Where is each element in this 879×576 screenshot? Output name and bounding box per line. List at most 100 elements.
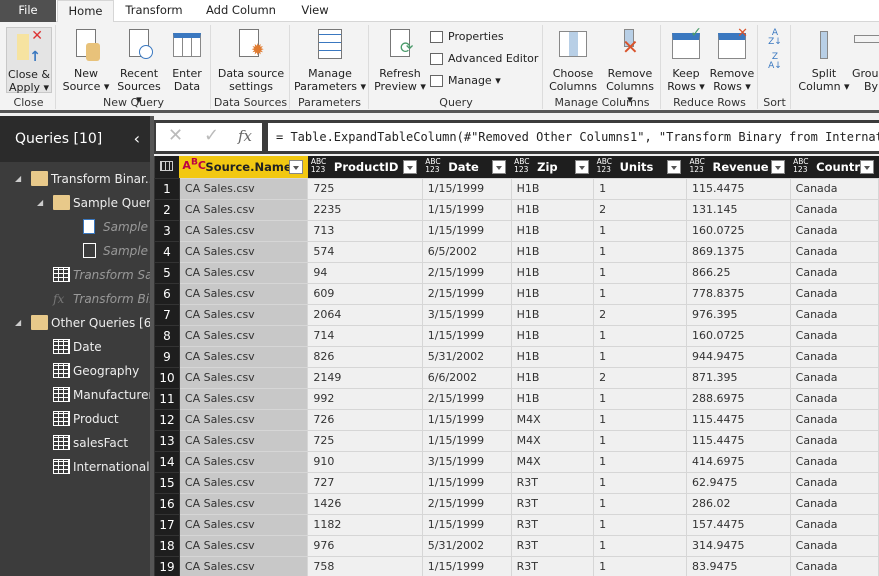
row-number[interactable]: 14 (154, 450, 180, 473)
table-cell[interactable]: 1 (593, 492, 687, 515)
table-cell[interactable]: 1/15/1999 (421, 177, 512, 200)
table-cell[interactable]: 727 (307, 471, 423, 494)
table-cell[interactable]: 1/15/1999 (421, 513, 512, 536)
table-cell[interactable]: 725 (307, 429, 423, 452)
table-cell[interactable]: CA Sales.csv (178, 429, 309, 452)
table-cell[interactable]: 714 (307, 324, 423, 347)
choose-columns-button[interactable]: Choose Columns (546, 27, 600, 93)
row-number[interactable]: 9 (154, 345, 180, 368)
table-cell[interactable]: 1 (593, 450, 687, 473)
table-cell[interactable]: CA Sales.csv (178, 198, 309, 221)
table-cell[interactable]: 758 (307, 555, 423, 576)
table-cell[interactable]: 992 (307, 387, 423, 410)
table-cell[interactable]: 1/15/1999 (421, 198, 512, 221)
table-cell[interactable]: M4X (510, 408, 595, 431)
row-number[interactable]: 12 (154, 408, 180, 431)
table-cell[interactable]: 2064 (307, 303, 423, 326)
table-cell[interactable]: 62.9475 (685, 471, 791, 494)
table-cell[interactable]: Canada (789, 492, 879, 515)
table-menu-button[interactable] (154, 156, 180, 178)
table-cell[interactable]: 83.9475 (685, 555, 791, 576)
row-number[interactable]: 5 (154, 261, 180, 284)
table-cell[interactable]: CA Sales.csv (178, 345, 309, 368)
table-cell[interactable]: 160.0725 (685, 219, 791, 242)
table-cell[interactable]: 314.9475 (685, 534, 791, 557)
table-cell[interactable]: 6/5/2002 (421, 240, 512, 263)
remove-columns-button[interactable]: ✕ Remove Columns ▾ (602, 27, 658, 106)
table-cell[interactable]: CA Sales.csv (178, 492, 309, 515)
table-cell[interactable]: 1426 (307, 492, 423, 515)
query-item[interactable]: ◢ Other Queries [6] (15, 312, 156, 334)
table-cell[interactable]: H1B (510, 387, 595, 410)
table-cell[interactable]: 3/15/1999 (421, 303, 512, 326)
table-cell[interactable]: CA Sales.csv (178, 240, 309, 263)
table-cell[interactable]: CA Sales.csv (178, 450, 309, 473)
filter-dropdown-icon[interactable] (574, 160, 589, 174)
tab-home[interactable]: Home (57, 0, 114, 23)
table-cell[interactable]: 2/15/1999 (421, 282, 512, 305)
table-cell[interactable]: H1B (510, 240, 595, 263)
column-header[interactable]: ABC Source.Name (179, 156, 308, 178)
table-cell[interactable]: CA Sales.csv (178, 219, 309, 242)
table-cell[interactable]: Canada (789, 471, 879, 494)
group-by-button[interactable]: GroupBy (852, 27, 879, 93)
table-cell[interactable]: 778.8375 (685, 282, 791, 305)
table-cell[interactable]: Canada (789, 408, 879, 431)
table-cell[interactable]: 1 (593, 345, 687, 368)
table-cell[interactable]: 3/15/1999 (421, 450, 512, 473)
table-cell[interactable]: R3T (510, 471, 595, 494)
table-cell[interactable]: 1 (593, 219, 687, 242)
table-cell[interactable]: 1 (593, 387, 687, 410)
column-header[interactable]: ABC 123 Units (593, 156, 687, 178)
any-type-icon[interactable]: ABC 123 (311, 158, 326, 174)
table-cell[interactable]: CA Sales.csv (178, 303, 309, 326)
expand-triangle-icon[interactable]: ◢ (15, 312, 21, 334)
table-cell[interactable]: 2 (593, 366, 687, 389)
column-header[interactable]: ABC 123 Country (790, 156, 879, 178)
table-cell[interactable]: 1/15/1999 (421, 471, 512, 494)
table-cell[interactable]: CA Sales.csv (178, 534, 309, 557)
table-cell[interactable]: 871.395 (685, 366, 791, 389)
table-cell[interactable]: CA Sales.csv (178, 387, 309, 410)
table-cell[interactable]: H1B (510, 303, 595, 326)
filter-dropdown-icon[interactable] (403, 160, 418, 174)
table-cell[interactable]: M4X (510, 429, 595, 452)
query-item[interactable]: Manufacturer (53, 384, 153, 406)
table-cell[interactable]: H1B (510, 261, 595, 284)
table-cell[interactable]: Canada (789, 261, 879, 284)
filter-dropdown-icon[interactable] (288, 160, 303, 174)
table-cell[interactable]: 131.145 (685, 198, 791, 221)
table-cell[interactable]: CA Sales.csv (178, 555, 309, 576)
table-cell[interactable]: CA Sales.csv (178, 282, 309, 305)
table-cell[interactable]: R3T (510, 555, 595, 576)
any-type-icon[interactable]: ABC 123 (425, 158, 440, 174)
table-cell[interactable]: 976.395 (685, 303, 791, 326)
table-cell[interactable]: 944.9475 (685, 345, 791, 368)
row-number[interactable]: 10 (154, 366, 180, 389)
table-cell[interactable]: 1/15/1999 (421, 555, 512, 576)
row-number[interactable]: 16 (154, 492, 180, 515)
table-cell[interactable]: 2149 (307, 366, 423, 389)
table-cell[interactable]: H1B (510, 282, 595, 305)
keep-rows-button[interactable]: ✓ Keep Rows ▾ (664, 26, 708, 93)
table-cell[interactable]: R3T (510, 492, 595, 515)
table-cell[interactable]: Canada (789, 303, 879, 326)
filter-dropdown-icon[interactable] (859, 160, 874, 174)
table-cell[interactable]: Canada (789, 282, 879, 305)
table-cell[interactable]: Canada (789, 429, 879, 452)
recent-sources-button[interactable]: Recent Sources ▾ (113, 27, 165, 106)
row-number[interactable]: 15 (154, 471, 180, 494)
tab-add-column[interactable]: Add Column (196, 0, 286, 22)
table-cell[interactable]: 288.6975 (685, 387, 791, 410)
formula-input[interactable]: = Table.ExpandTableColumn(#"Removed Othe… (268, 123, 879, 151)
table-cell[interactable]: 609 (307, 282, 423, 305)
any-type-icon[interactable]: ABC 123 (793, 158, 808, 174)
table-cell[interactable]: 910 (307, 450, 423, 473)
filter-dropdown-icon[interactable] (771, 160, 786, 174)
row-number[interactable]: 6 (154, 282, 180, 305)
table-cell[interactable]: 1 (593, 240, 687, 263)
table-cell[interactable]: 1/15/1999 (421, 324, 512, 347)
table-cell[interactable]: CA Sales.csv (178, 513, 309, 536)
table-cell[interactable]: Canada (789, 345, 879, 368)
query-item[interactable]: ◢ Transform Binar... (15, 168, 156, 190)
